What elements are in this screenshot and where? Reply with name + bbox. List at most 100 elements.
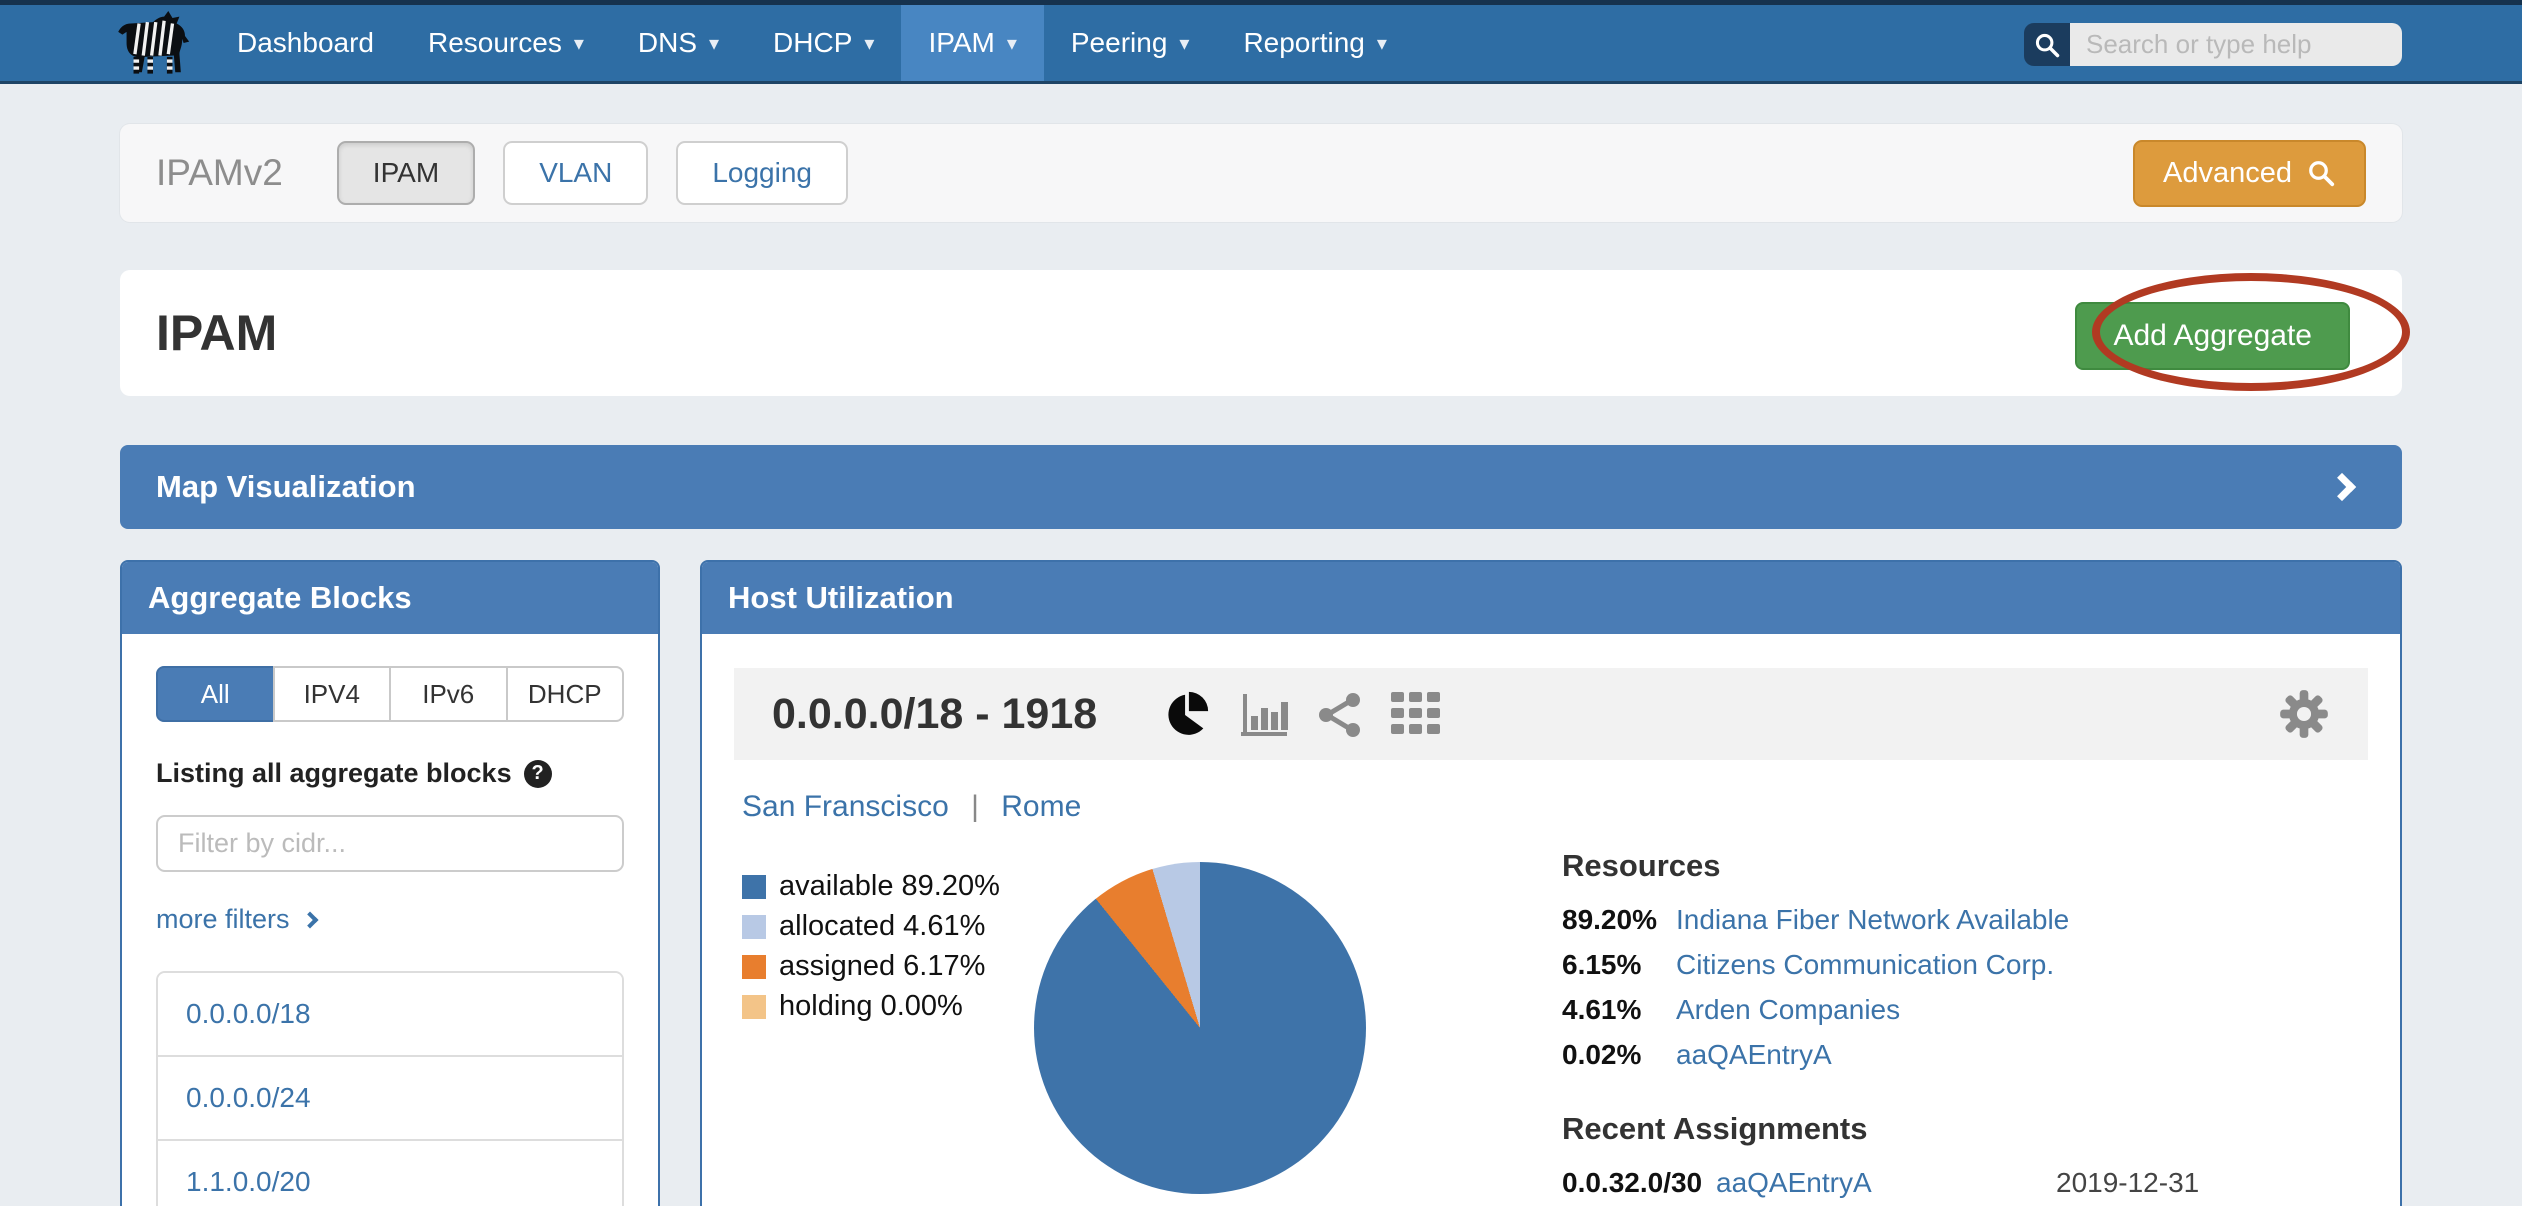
search-input[interactable] — [2070, 23, 2402, 66]
zebra-logo[interactable] — [0, 5, 210, 81]
resource-pct: 89.20% — [1562, 904, 1662, 936]
resource-row: 4.61% Arden Companies — [1562, 994, 2199, 1026]
host-utilization-panel: Host Utilization 0.0.0.0/18 - 1918 — [700, 560, 2402, 1206]
add-aggregate-button[interactable]: Add Aggregate — [2075, 302, 2350, 370]
nav-reporting[interactable]: Reporting ▾ — [1216, 5, 1413, 81]
legend-swatch — [742, 955, 766, 979]
map-visualization-bar[interactable]: Map Visualization — [120, 445, 2402, 529]
more-filters-link[interactable]: more filters — [156, 904, 316, 935]
nav-dhcp[interactable]: DHCP ▾ — [746, 5, 901, 81]
resource-pct: 4.61% — [1562, 994, 1662, 1026]
location-link-rome[interactable]: Rome — [1001, 790, 1081, 823]
filter-tab-ipv6[interactable]: IPv6 — [389, 666, 508, 722]
legend-swatch — [742, 995, 766, 1019]
legend-label: allocated 4.61% — [779, 910, 985, 943]
page-title: IPAM — [156, 304, 277, 362]
listing-text: Listing all aggregate blocks — [156, 758, 512, 789]
listing-label: Listing all aggregate blocks ? — [156, 758, 624, 789]
chevron-right-icon — [301, 911, 318, 928]
top-navbar: Dashboard Resources ▾ DNS ▾ DHCP ▾ IPAM … — [0, 0, 2522, 84]
grid-icon — [1391, 692, 1441, 736]
caret-down-icon: ▾ — [574, 31, 584, 56]
search-button[interactable] — [2024, 23, 2070, 66]
stats-column: Resources 89.20% Indiana Fiber Network A… — [1562, 848, 2199, 1206]
nav-label: DHCP — [773, 27, 852, 59]
page-header: IPAM Add Aggregate — [120, 270, 2402, 396]
global-search — [2024, 23, 2402, 66]
list-item[interactable]: 1.1.0.0/20 — [158, 1139, 622, 1206]
nav-label: IPAM — [928, 27, 994, 59]
grid-view-button[interactable] — [1391, 692, 1441, 736]
caret-down-icon: ▾ — [864, 31, 874, 56]
nav-label: Dashboard — [237, 27, 374, 59]
resource-row: 89.20% Indiana Fiber Network Available — [1562, 904, 2199, 936]
cidr-filter-input[interactable] — [156, 815, 624, 872]
search-icon — [2033, 31, 2061, 59]
caret-down-icon: ▾ — [1007, 31, 1017, 56]
link-separator: | — [971, 790, 979, 823]
legend-item-assigned: assigned 6.17% — [742, 950, 1034, 983]
resource-link[interactable]: Indiana Fiber Network Available — [1676, 904, 2069, 936]
nav-ipam[interactable]: IPAM ▾ — [901, 5, 1043, 81]
legend-label: available 89.20% — [779, 870, 1000, 903]
caret-down-icon: ▾ — [1377, 31, 1387, 56]
nav-peering[interactable]: Peering ▾ — [1044, 5, 1217, 81]
utilization-pie-chart — [1034, 862, 1366, 1194]
nav-label: Peering — [1071, 27, 1168, 59]
nav-dns[interactable]: DNS ▾ — [611, 5, 746, 81]
filter-tab-all[interactable]: All — [156, 666, 275, 722]
nav-dashboard[interactable]: Dashboard — [210, 5, 401, 81]
block-header-bar: 0.0.0.0/18 - 1918 — [734, 668, 2368, 760]
caret-down-icon: ▾ — [1179, 31, 1189, 56]
nav-label: DNS — [638, 27, 697, 59]
zebra-icon — [110, 11, 196, 75]
aggregate-filter-tabs: All IPV4 IPv6 DHCP — [156, 666, 624, 722]
bar-chart-icon — [1239, 690, 1289, 738]
tab-logging[interactable]: Logging — [676, 141, 848, 205]
nav-label: Resources — [428, 27, 562, 59]
bar-chart-view-button[interactable] — [1239, 690, 1289, 738]
block-title: 0.0.0.0/18 - 1918 — [772, 690, 1097, 739]
filter-tab-ipv4[interactable]: IPV4 — [273, 666, 392, 722]
assignment-date: 2019-12-31 — [2056, 1167, 2199, 1199]
aggregate-blocks-header: Aggregate Blocks — [122, 562, 658, 634]
main-nav: Dashboard Resources ▾ DNS ▾ DHCP ▾ IPAM … — [210, 5, 1414, 81]
host-utilization-header: Host Utilization — [702, 562, 2400, 634]
location-link-san-francisco[interactable]: San Franscisco — [742, 790, 949, 823]
list-item[interactable]: 0.0.0.0/24 — [158, 1055, 622, 1139]
nav-resources[interactable]: Resources ▾ — [401, 5, 611, 81]
caret-down-icon: ▾ — [709, 31, 719, 56]
filter-tab-dhcp[interactable]: DHCP — [506, 666, 625, 722]
assignment-cidr: 0.0.32.0/30 — [1562, 1167, 1702, 1199]
pie-chart-icon — [1163, 690, 1211, 738]
pie-legend: available 89.20% allocated 4.61% assigne… — [742, 862, 1034, 1030]
share-icon — [1317, 690, 1363, 738]
resource-link[interactable]: Arden Companies — [1676, 994, 1900, 1026]
toolbar-title: IPAMv2 — [156, 152, 283, 194]
aggregate-list: 0.0.0.0/18 0.0.0.0/24 1.1.0.0/20 1.1.1.0… — [156, 971, 624, 1206]
legend-swatch — [742, 915, 766, 939]
ipamv2-toolbar: IPAMv2 IPAM VLAN Logging Advanced — [120, 124, 2402, 222]
legend-swatch — [742, 875, 766, 899]
legend-item-available: available 89.20% — [742, 870, 1034, 903]
chevron-right-icon[interactable] — [2328, 473, 2356, 501]
more-filters-label: more filters — [156, 904, 290, 935]
assignment-row: 0.0.32.0/30 aaQAEntryA 2019-12-31 — [1562, 1167, 2199, 1199]
share-view-button[interactable] — [1317, 690, 1363, 738]
resource-link[interactable]: aaQAEntryA — [1676, 1039, 1832, 1071]
legend-item-holding: holding 0.00% — [742, 990, 1034, 1023]
assignment-link[interactable]: aaQAEntryA — [1716, 1167, 2046, 1199]
map-visualization-label: Map Visualization — [156, 469, 416, 505]
tab-vlan[interactable]: VLAN — [503, 141, 648, 205]
list-item[interactable]: 0.0.0.0/18 — [158, 973, 622, 1055]
legend-label: assigned 6.17% — [779, 950, 985, 983]
aggregate-blocks-panel: Aggregate Blocks All IPV4 IPv6 DHCP List… — [120, 560, 660, 1206]
settings-button[interactable] — [2278, 688, 2330, 740]
resource-link[interactable]: Citizens Communication Corp. — [1676, 949, 2054, 981]
help-icon[interactable]: ? — [524, 760, 552, 788]
advanced-label: Advanced — [2163, 157, 2292, 190]
tab-ipam[interactable]: IPAM — [337, 141, 475, 205]
advanced-search-button[interactable]: Advanced — [2133, 140, 2366, 207]
resource-pct: 0.02% — [1562, 1039, 1662, 1071]
pie-chart-view-button[interactable] — [1163, 690, 1211, 738]
